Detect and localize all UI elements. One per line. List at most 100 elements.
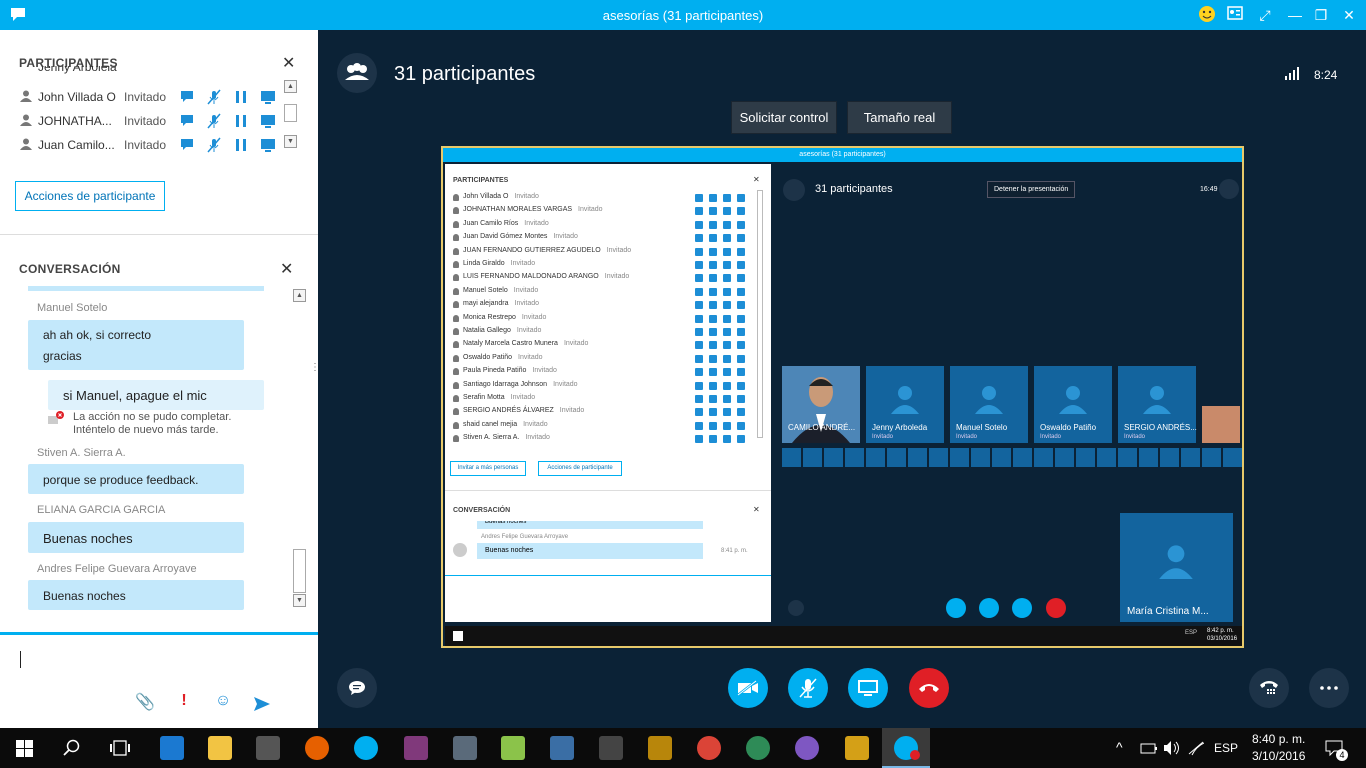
file-explorer-icon[interactable] bbox=[208, 736, 232, 760]
shared-add-person-icon bbox=[1219, 179, 1239, 199]
shared-strip-avatar bbox=[929, 448, 948, 467]
search-icon[interactable] bbox=[63, 739, 81, 757]
photo-app-icon[interactable] bbox=[453, 736, 477, 760]
signal-bars-icon bbox=[1285, 67, 1299, 80]
actual-size-button[interactable]: Tamaño real bbox=[847, 101, 952, 134]
participants-scroll-up[interactable]: ▲ bbox=[284, 80, 297, 93]
shared-strip-avatar bbox=[1076, 448, 1095, 467]
skype-active-task[interactable] bbox=[882, 728, 930, 768]
send-icon[interactable] bbox=[254, 697, 270, 711]
shared-strip-avatar bbox=[824, 448, 843, 467]
hang-up-button[interactable] bbox=[909, 668, 949, 708]
conversation-scroll-down[interactable]: ▼ bbox=[293, 594, 306, 607]
close-button[interactable]: ✕ bbox=[1338, 5, 1360, 25]
participants-group-icon[interactable] bbox=[337, 53, 377, 93]
task-view-icon[interactable] bbox=[109, 740, 131, 756]
firefox-icon[interactable] bbox=[305, 736, 329, 760]
shared-participants-scrollbar bbox=[757, 190, 763, 438]
wifi-icon[interactable] bbox=[1188, 740, 1204, 756]
hold-icon[interactable] bbox=[233, 89, 249, 105]
fullscreen-icon[interactable]: ⤢ bbox=[1254, 5, 1276, 25]
shared-mic-icon bbox=[709, 381, 717, 390]
show-hidden-icons[interactable]: ^ bbox=[1116, 739, 1123, 755]
muted-mic-icon[interactable] bbox=[206, 89, 222, 105]
chat-icon[interactable] bbox=[179, 113, 195, 129]
shared-participant-label: Santiago Idarraga Johnson Invitado bbox=[463, 381, 578, 388]
hold-icon[interactable] bbox=[233, 137, 249, 153]
clock[interactable]: 8:40 p. m. 3/10/2016 bbox=[1252, 732, 1305, 763]
participant-row[interactable]: JOHNATHA... Invitado bbox=[18, 111, 288, 133]
shared-hold-icon bbox=[723, 207, 731, 216]
contact-card-icon[interactable] bbox=[1224, 5, 1246, 25]
resize-handle[interactable]: ⋮ bbox=[310, 363, 320, 391]
message-bubble: Buenas noches bbox=[28, 580, 244, 610]
lock-icon[interactable] bbox=[845, 736, 869, 760]
participant-row[interactable]: John Villada O Invitado bbox=[18, 87, 288, 109]
shared-screen-icon bbox=[737, 368, 745, 377]
shared-participant-name: JOHNATHAN MORALES VARGAS bbox=[463, 206, 573, 214]
network-app-icon[interactable] bbox=[550, 736, 574, 760]
request-control-button[interactable]: Solicitar control bbox=[731, 101, 837, 134]
message-input[interactable] bbox=[0, 632, 318, 728]
person-icon bbox=[453, 261, 459, 268]
chrome-icon[interactable] bbox=[697, 736, 721, 760]
shared-mic-icon bbox=[709, 421, 717, 430]
attach-icon[interactable]: 📎 bbox=[135, 692, 155, 712]
atom-icon[interactable] bbox=[746, 736, 770, 760]
conversation-close-icon[interactable]: ✕ bbox=[280, 259, 293, 279]
dialpad-button[interactable] bbox=[1249, 668, 1289, 708]
onenote-icon[interactable] bbox=[404, 736, 428, 760]
battery-icon[interactable] bbox=[1140, 741, 1158, 755]
screen-share-icon[interactable] bbox=[260, 89, 276, 105]
emoticon-icon[interactable]: ☺ bbox=[213, 692, 233, 710]
participants-scroll-down[interactable]: ▼ bbox=[284, 135, 297, 148]
shared-participant-row: Nataly Marcela Castro Munera Invitado bbox=[453, 340, 763, 352]
shared-screen[interactable]: asesorías (31 participantes) PARTICIPANT… bbox=[441, 146, 1244, 648]
share-screen-button[interactable] bbox=[848, 668, 888, 708]
participants-scrollbar-thumb[interactable] bbox=[284, 104, 297, 122]
shared-screen-icon bbox=[737, 341, 745, 350]
hold-icon[interactable] bbox=[233, 113, 249, 129]
shared-screen-icon bbox=[737, 220, 745, 229]
minimize-button[interactable]: — bbox=[1284, 5, 1306, 25]
urgent-icon[interactable]: ! bbox=[174, 692, 194, 710]
screen-share-icon[interactable] bbox=[260, 137, 276, 153]
video-off-button[interactable] bbox=[728, 668, 768, 708]
person-icon bbox=[453, 368, 459, 376]
shared-compose-border bbox=[445, 575, 771, 576]
shared-tile: SERGIO ANDRÉS... Invitado bbox=[1118, 366, 1197, 443]
more-options-button[interactable] bbox=[1309, 668, 1349, 708]
chat-icon[interactable] bbox=[179, 89, 195, 105]
chat-icon[interactable] bbox=[179, 137, 195, 153]
shared-mic-icon bbox=[709, 287, 717, 296]
shared-participant-name: Santiago Idarraga Johnson bbox=[463, 380, 548, 388]
game-app-icon[interactable] bbox=[599, 736, 623, 760]
muted-mic-icon[interactable] bbox=[206, 113, 222, 129]
participant-actions-button[interactable]: Acciones de participante bbox=[15, 181, 165, 211]
title-bar: asesorías (31 participantes) ⤢ — ❐ ✕ bbox=[0, 0, 1366, 30]
input-language[interactable]: ESP bbox=[1214, 741, 1238, 755]
shared-window-title: asesorías (31 participantes) bbox=[443, 148, 1242, 162]
chart-app-icon[interactable] bbox=[501, 736, 525, 760]
person-icon bbox=[453, 247, 459, 255]
shared-strip-avatar bbox=[992, 448, 1011, 467]
volume-icon[interactable] bbox=[1163, 740, 1179, 756]
sublime-icon[interactable] bbox=[648, 736, 672, 760]
edge-icon[interactable] bbox=[160, 736, 184, 760]
shared-hold-icon bbox=[723, 341, 731, 350]
chat-toggle-button[interactable] bbox=[337, 668, 377, 708]
emoticon-icon[interactable] bbox=[1196, 5, 1218, 25]
shared-screen-icon bbox=[737, 395, 745, 403]
windows-start-icon[interactable] bbox=[16, 740, 33, 757]
mute-button[interactable] bbox=[788, 668, 828, 708]
conversation-scroll-up[interactable]: ▲ bbox=[293, 289, 306, 302]
participant-row[interactable]: Juan Camilo... Invitado bbox=[18, 135, 288, 157]
screen-share-icon[interactable] bbox=[260, 113, 276, 129]
muted-mic-icon[interactable] bbox=[206, 137, 222, 153]
skype-icon[interactable] bbox=[354, 736, 378, 760]
shared-screen-icon bbox=[737, 234, 745, 243]
github-icon[interactable] bbox=[795, 736, 819, 760]
conversation-scrollbar-thumb[interactable] bbox=[293, 549, 306, 593]
store-icon[interactable] bbox=[256, 736, 280, 760]
restore-button[interactable]: ❐ bbox=[1310, 5, 1332, 25]
